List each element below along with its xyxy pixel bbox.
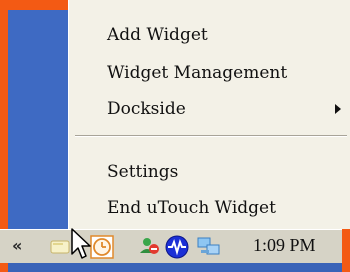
tray-context-menu: Add Widget Widget Management Dockside Se… [68,0,350,229]
desktop-background [8,10,76,239]
menu-item-label: Dockside [107,99,186,119]
show-hidden-icons-button[interactable]: « [12,236,22,255]
menu-separator [75,135,347,137]
menu-item-add-widget[interactable]: Add Widget [69,19,350,51]
clock-app-icon[interactable] [90,235,114,263]
menu-item-label: End uTouch Widget [107,198,276,218]
taskbar: « 1:09 PM [0,229,342,263]
menu-item-label: Widget Management [107,63,288,83]
menu-item-settings[interactable]: Settings [69,156,350,188]
notification-icon[interactable] [50,235,72,261]
menu-item-dockside[interactable]: Dockside [69,93,350,125]
menu-item-label: Add Widget [107,25,208,45]
network-activity-icon[interactable] [164,235,190,263]
menu-item-label: Settings [107,162,179,182]
mouse-cursor-icon [70,227,92,265]
menu-item-end-utouch-widget[interactable]: End uTouch Widget [69,192,350,224]
submenu-arrow-icon [335,104,341,114]
connection-icon[interactable] [196,235,222,263]
taskbar-clock[interactable]: 1:09 PM [253,235,316,256]
users-icon[interactable] [138,235,162,263]
menu-item-widget-management[interactable]: Widget Management [69,57,350,89]
